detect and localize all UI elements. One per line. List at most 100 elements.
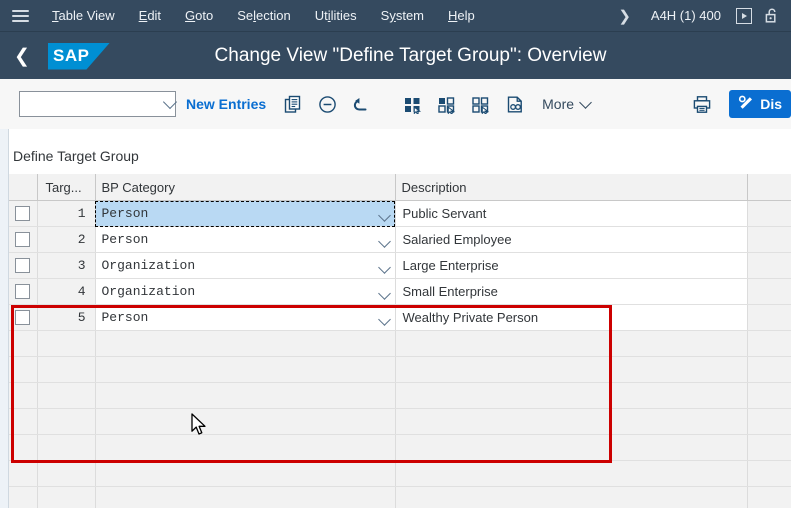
empty-cell — [95, 460, 396, 487]
menu-item-selection[interactable]: Selection — [225, 0, 303, 31]
display-change-button[interactable]: Dis — [729, 90, 791, 118]
row-target-number[interactable]: 3 — [37, 252, 96, 279]
menu-item-system[interactable]: System — [369, 0, 436, 31]
minus-circle-icon[interactable] — [310, 88, 344, 120]
chevron-down-icon[interactable] — [377, 234, 391, 250]
row-description[interactable]: Wealthy Private Person — [395, 304, 748, 331]
printer-icon[interactable] — [685, 88, 719, 120]
empty-cell — [9, 330, 38, 357]
chevron-down-icon — [579, 95, 592, 109]
table-row-empty[interactable] — [9, 382, 791, 409]
table-row[interactable]: 5 Person Wealthy Private Person — [9, 304, 791, 331]
row-bp-category-value: Person — [101, 206, 149, 221]
column-header-description[interactable]: Description — [395, 174, 748, 201]
copy-as-icon[interactable] — [276, 88, 310, 120]
more-label: More — [542, 96, 575, 112]
view-selector-combobox[interactable] — [19, 91, 178, 117]
empty-cell — [747, 434, 791, 461]
row-checkbox[interactable] — [15, 258, 31, 273]
unlocked-padlock-icon[interactable] — [759, 0, 785, 31]
menu-item-table-view[interactable]: Table View — [40, 0, 127, 31]
row-bp-category-dropdown[interactable]: Person — [95, 226, 396, 253]
row-filler-cell — [747, 252, 791, 279]
empty-cell — [37, 434, 96, 461]
sap-gui-window: Table View Edit Goto Selection Utilities… — [0, 0, 791, 508]
empty-cell — [395, 408, 748, 435]
table-row[interactable]: 1 Person Public Servant — [9, 200, 791, 227]
empty-cell — [9, 486, 38, 508]
deselect-all-icon[interactable] — [464, 88, 498, 120]
table-row[interactable]: 2 Person Salaried Employee — [9, 226, 791, 253]
row-bp-category-dropdown[interactable]: Organization — [95, 278, 396, 305]
row-checkbox-cell[interactable] — [9, 200, 38, 227]
row-description[interactable]: Public Servant — [395, 200, 748, 227]
table-row-empty[interactable] — [9, 434, 791, 461]
application-toolbar: New Entries More Dis — [0, 79, 791, 130]
content-area: Define Target Group Targ... BP Category … — [0, 129, 791, 508]
play-button-icon[interactable] — [731, 0, 757, 31]
table-row-empty[interactable] — [9, 486, 791, 508]
menu-item-utilities[interactable]: Utilities — [303, 0, 369, 31]
new-entries-button[interactable]: New Entries — [176, 88, 276, 120]
empty-cell — [37, 408, 96, 435]
empty-cell — [9, 460, 38, 487]
chevron-down-icon[interactable] — [377, 208, 391, 224]
row-checkbox[interactable] — [15, 206, 31, 221]
row-description[interactable]: Salaried Employee — [395, 226, 748, 253]
row-checkbox-cell[interactable] — [9, 226, 38, 253]
row-checkbox-cell[interactable] — [9, 252, 38, 279]
empty-cell — [9, 356, 38, 383]
row-checkbox-cell[interactable] — [9, 278, 38, 305]
menu-item-edit[interactable]: Edit — [127, 0, 173, 31]
row-bp-category-dropdown[interactable]: Person — [95, 304, 396, 331]
row-filler-cell — [747, 226, 791, 253]
row-target-number[interactable]: 2 — [37, 226, 96, 253]
row-target-number[interactable]: 1 — [37, 200, 96, 227]
table-row-empty[interactable] — [9, 460, 791, 487]
row-checkbox[interactable] — [15, 232, 31, 247]
row-bp-category-dropdown[interactable]: Person — [95, 200, 396, 227]
row-checkbox[interactable] — [15, 284, 31, 299]
empty-cell — [37, 382, 96, 409]
display-variant-icon[interactable] — [498, 88, 532, 120]
empty-cell — [95, 486, 396, 508]
empty-cell — [95, 382, 396, 409]
empty-cell — [395, 382, 748, 409]
select-all-icon[interactable] — [396, 88, 430, 120]
row-bp-category-value: Person — [101, 310, 149, 325]
row-filler-cell — [747, 278, 791, 305]
back-arrow-icon[interactable]: ❮ — [0, 32, 44, 80]
table-row-empty[interactable] — [9, 356, 791, 383]
row-target-number[interactable]: 4 — [37, 278, 96, 305]
column-header-select-all[interactable] — [9, 174, 38, 201]
table-row-empty[interactable] — [9, 408, 791, 435]
row-target-number[interactable]: 5 — [37, 304, 96, 331]
row-bp-category-dropdown[interactable]: Organization — [95, 252, 396, 279]
menu-item-goto[interactable]: Goto — [173, 0, 225, 31]
column-header-target[interactable]: Targ... — [37, 174, 96, 201]
table-row[interactable]: 3 Organization Large Enterprise — [9, 252, 791, 279]
menu-item-help[interactable]: Help — [436, 0, 487, 31]
select-block-icon[interactable] — [430, 88, 464, 120]
row-bp-category-value: Organization — [101, 258, 196, 273]
empty-cell — [395, 434, 748, 461]
empty-cell — [9, 434, 38, 461]
column-header-bp-category[interactable]: BP Category — [95, 174, 396, 201]
table-row[interactable]: 4 Organization Small Enterprise — [9, 278, 791, 305]
chevron-down-icon[interactable] — [377, 312, 391, 328]
undo-arrow-icon[interactable] — [344, 88, 378, 120]
chevron-right-icon[interactable]: ❯ — [608, 7, 641, 25]
chevron-down-icon[interactable] — [377, 286, 391, 302]
empty-cell — [95, 434, 396, 461]
more-button[interactable]: More — [532, 88, 600, 120]
table-row-empty[interactable] — [9, 330, 791, 357]
row-checkbox-cell[interactable] — [9, 304, 38, 331]
table-body: 1 Person Public Servant 2 Person Salaried Emp… — [9, 200, 791, 508]
row-description[interactable]: Large Enterprise — [395, 252, 748, 279]
page-title: Change View "Define Target Group": Overv… — [214, 45, 607, 66]
empty-cell — [747, 486, 791, 508]
chevron-down-icon[interactable] — [377, 260, 391, 276]
row-checkbox[interactable] — [15, 310, 31, 325]
row-description[interactable]: Small Enterprise — [395, 278, 748, 305]
hamburger-menu-icon[interactable] — [0, 0, 40, 31]
